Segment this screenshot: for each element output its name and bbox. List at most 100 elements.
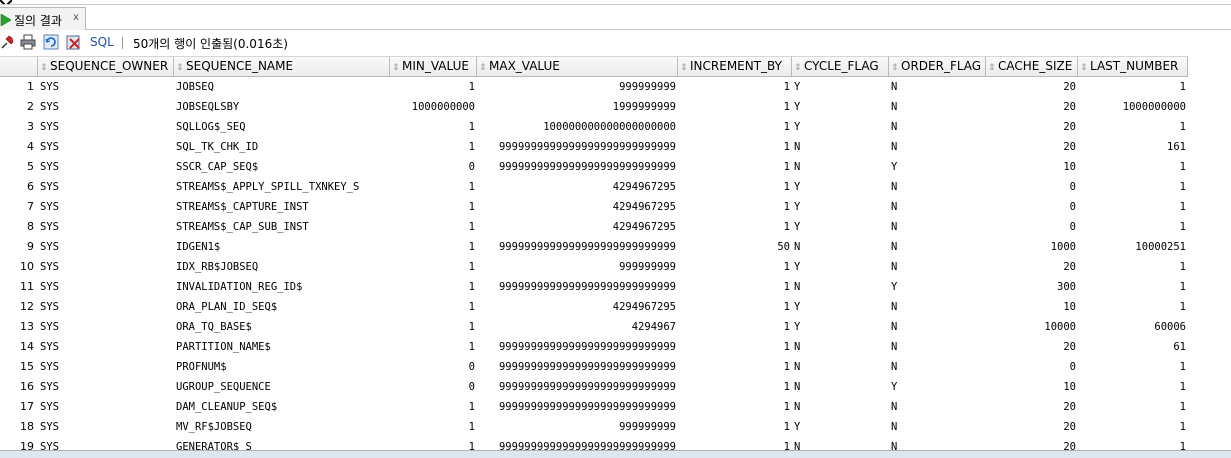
cell-inc[interactable]: 1: [678, 97, 792, 117]
cell-owner[interactable]: SYS: [38, 77, 174, 97]
cell-min[interactable]: 0: [390, 357, 477, 377]
cell-last[interactable]: 1: [1078, 177, 1188, 197]
column-header-order[interactable]: ⇕ ORDER_FLAG: [889, 56, 986, 77]
cell-cycle[interactable]: Y: [792, 217, 889, 237]
cell-cycle[interactable]: N: [792, 357, 889, 377]
cell-cycle[interactable]: N: [792, 137, 889, 157]
table-row[interactable]: 17 SYS DAM_CLEANUP_SEQ$ 1 999999999999999999…: [0, 397, 1231, 417]
cell-cycle[interactable]: Y: [792, 177, 889, 197]
cell-inc[interactable]: 1: [678, 317, 792, 337]
cell-max[interactable]: 9999999999999999999999999999: [477, 337, 678, 357]
print-icon[interactable]: [20, 34, 36, 50]
cell-max[interactable]: 9999999999999999999999999999: [477, 157, 678, 177]
column-header-cache[interactable]: ⇕ CACHE_SIZE: [986, 56, 1078, 77]
cell-order[interactable]: N: [889, 417, 986, 437]
cell-inc[interactable]: 1: [678, 117, 792, 137]
cell-last[interactable]: 61: [1078, 337, 1188, 357]
cell-last[interactable]: 60006: [1078, 317, 1188, 337]
cell-cache[interactable]: 20: [986, 97, 1078, 117]
cell-cache[interactable]: 10: [986, 297, 1078, 317]
cell-cache[interactable]: 300: [986, 277, 1078, 297]
cell-name[interactable]: SQL_TK_CHK_ID: [174, 137, 390, 157]
cell-cache[interactable]: 20: [986, 77, 1078, 97]
cell-owner[interactable]: SYS: [38, 317, 174, 337]
table-row[interactable]: 13 SYS ORA_TQ_BASE$ 1 4294967 1 Y N 10000 60006: [0, 317, 1231, 337]
column-header-owner[interactable]: ⇕ SEQUENCE_OWNER: [38, 56, 174, 77]
cell-order[interactable]: N: [889, 237, 986, 257]
cell-max[interactable]: 4294967295: [477, 217, 678, 237]
table-row[interactable]: 15 SYS PROFNUM$ 0 99999999999999999999999999…: [0, 357, 1231, 377]
cell-max[interactable]: 100000000000000000000: [477, 117, 678, 137]
cell-order[interactable]: N: [889, 357, 986, 377]
table-row[interactable]: 8 SYS STREAMS$_CAP_SUB_INST 1 4294967295 1 Y N 0…: [0, 217, 1231, 237]
cell-name[interactable]: UGROUP_SEQUENCE: [174, 377, 390, 397]
cell-owner[interactable]: SYS: [38, 357, 174, 377]
table-row[interactable]: 10 SYS IDX_RB$JOBSEQ 1 999999999 1 Y N 20 1: [0, 257, 1231, 277]
cell-name[interactable]: ORA_PLAN_ID_SEQ$: [174, 297, 390, 317]
cell-cache[interactable]: 20: [986, 117, 1078, 137]
column-header-min[interactable]: ⇕ MIN_VALUE: [390, 56, 477, 77]
cell-max[interactable]: 999999999: [477, 417, 678, 437]
cell-order[interactable]: N: [889, 297, 986, 317]
cell-owner[interactable]: SYS: [38, 97, 174, 117]
cell-min[interactable]: 1: [390, 397, 477, 417]
cell-cache[interactable]: 20: [986, 337, 1078, 357]
tab-close-icon[interactable]: x: [73, 12, 79, 23]
column-header-last[interactable]: ⇕ LAST_NUMBER: [1078, 56, 1188, 77]
cell-max[interactable]: 9999999999999999999999999999: [477, 237, 678, 257]
table-row[interactable]: 16 SYS UGROUP_SEQUENCE 0 9999999999999999999…: [0, 377, 1231, 397]
cell-cache[interactable]: 20: [986, 417, 1078, 437]
cell-cycle[interactable]: Y: [792, 417, 889, 437]
cell-min[interactable]: 1: [390, 417, 477, 437]
cell-min[interactable]: 1: [390, 237, 477, 257]
table-row[interactable]: 5 SYS SSCR_CAP_SEQ$ 0 9999999999999999999999…: [0, 157, 1231, 177]
cell-cache[interactable]: 1000: [986, 237, 1078, 257]
cell-min[interactable]: 1000000000: [390, 97, 477, 117]
cell-last[interactable]: 10000251: [1078, 237, 1188, 257]
cell-cache[interactable]: 20: [986, 137, 1078, 157]
cell-inc[interactable]: 1: [678, 217, 792, 237]
tab-query-result[interactable]: 질의 결과 x: [0, 7, 86, 31]
cell-last[interactable]: 1: [1078, 417, 1188, 437]
cell-order[interactable]: Y: [889, 377, 986, 397]
cell-name[interactable]: STREAMS$_CAP_SUB_INST: [174, 217, 390, 237]
cell-last[interactable]: 1: [1078, 377, 1188, 397]
cell-max[interactable]: 4294967295: [477, 297, 678, 317]
cell-min[interactable]: 0: [390, 157, 477, 177]
cell-order[interactable]: Y: [889, 157, 986, 177]
cell-owner[interactable]: SYS: [38, 177, 174, 197]
cell-order[interactable]: N: [889, 117, 986, 137]
cell-inc[interactable]: 1: [678, 397, 792, 417]
cell-last[interactable]: 1000000000: [1078, 97, 1188, 117]
table-row[interactable]: 6 SYS STREAMS$_APPLY_SPILL_TXNKEY_S 1 429496…: [0, 177, 1231, 197]
table-row[interactable]: 2 SYS JOBSEQLSBY 1000000000 1999999999 1 Y N 20 1…: [0, 97, 1231, 117]
column-header-inc[interactable]: ⇕ INCREMENT_BY: [678, 56, 792, 77]
cell-cycle[interactable]: N: [792, 337, 889, 357]
cell-last[interactable]: 1: [1078, 277, 1188, 297]
cell-inc[interactable]: 1: [678, 417, 792, 437]
cell-cycle[interactable]: Y: [792, 117, 889, 137]
cell-inc[interactable]: 1: [678, 297, 792, 317]
refresh-icon[interactable]: [43, 34, 59, 50]
cell-inc[interactable]: 1: [678, 137, 792, 157]
cell-max[interactable]: 4294967295: [477, 177, 678, 197]
cell-max[interactable]: 999999999: [477, 257, 678, 277]
cell-inc[interactable]: 50: [678, 237, 792, 257]
cell-cache[interactable]: 10: [986, 157, 1078, 177]
cell-max[interactable]: 9999999999999999999999999999: [477, 357, 678, 377]
cell-owner[interactable]: SYS: [38, 137, 174, 157]
column-header-cycle[interactable]: ⇕ CYCLE_FLAG: [792, 56, 889, 77]
cell-name[interactable]: STREAMS$_APPLY_SPILL_TXNKEY_S: [174, 177, 390, 197]
cell-min[interactable]: 1: [390, 117, 477, 137]
cell-last[interactable]: 161: [1078, 137, 1188, 157]
cell-order[interactable]: N: [889, 197, 986, 217]
cell-owner[interactable]: SYS: [38, 277, 174, 297]
cell-min[interactable]: 1: [390, 337, 477, 357]
cell-max[interactable]: 9999999999999999999999999999: [477, 277, 678, 297]
cell-cycle[interactable]: N: [792, 397, 889, 417]
cell-owner[interactable]: SYS: [38, 197, 174, 217]
cell-cycle[interactable]: Y: [792, 197, 889, 217]
cell-order[interactable]: N: [889, 217, 986, 237]
cell-inc[interactable]: 1: [678, 357, 792, 377]
cell-owner[interactable]: SYS: [38, 397, 174, 417]
